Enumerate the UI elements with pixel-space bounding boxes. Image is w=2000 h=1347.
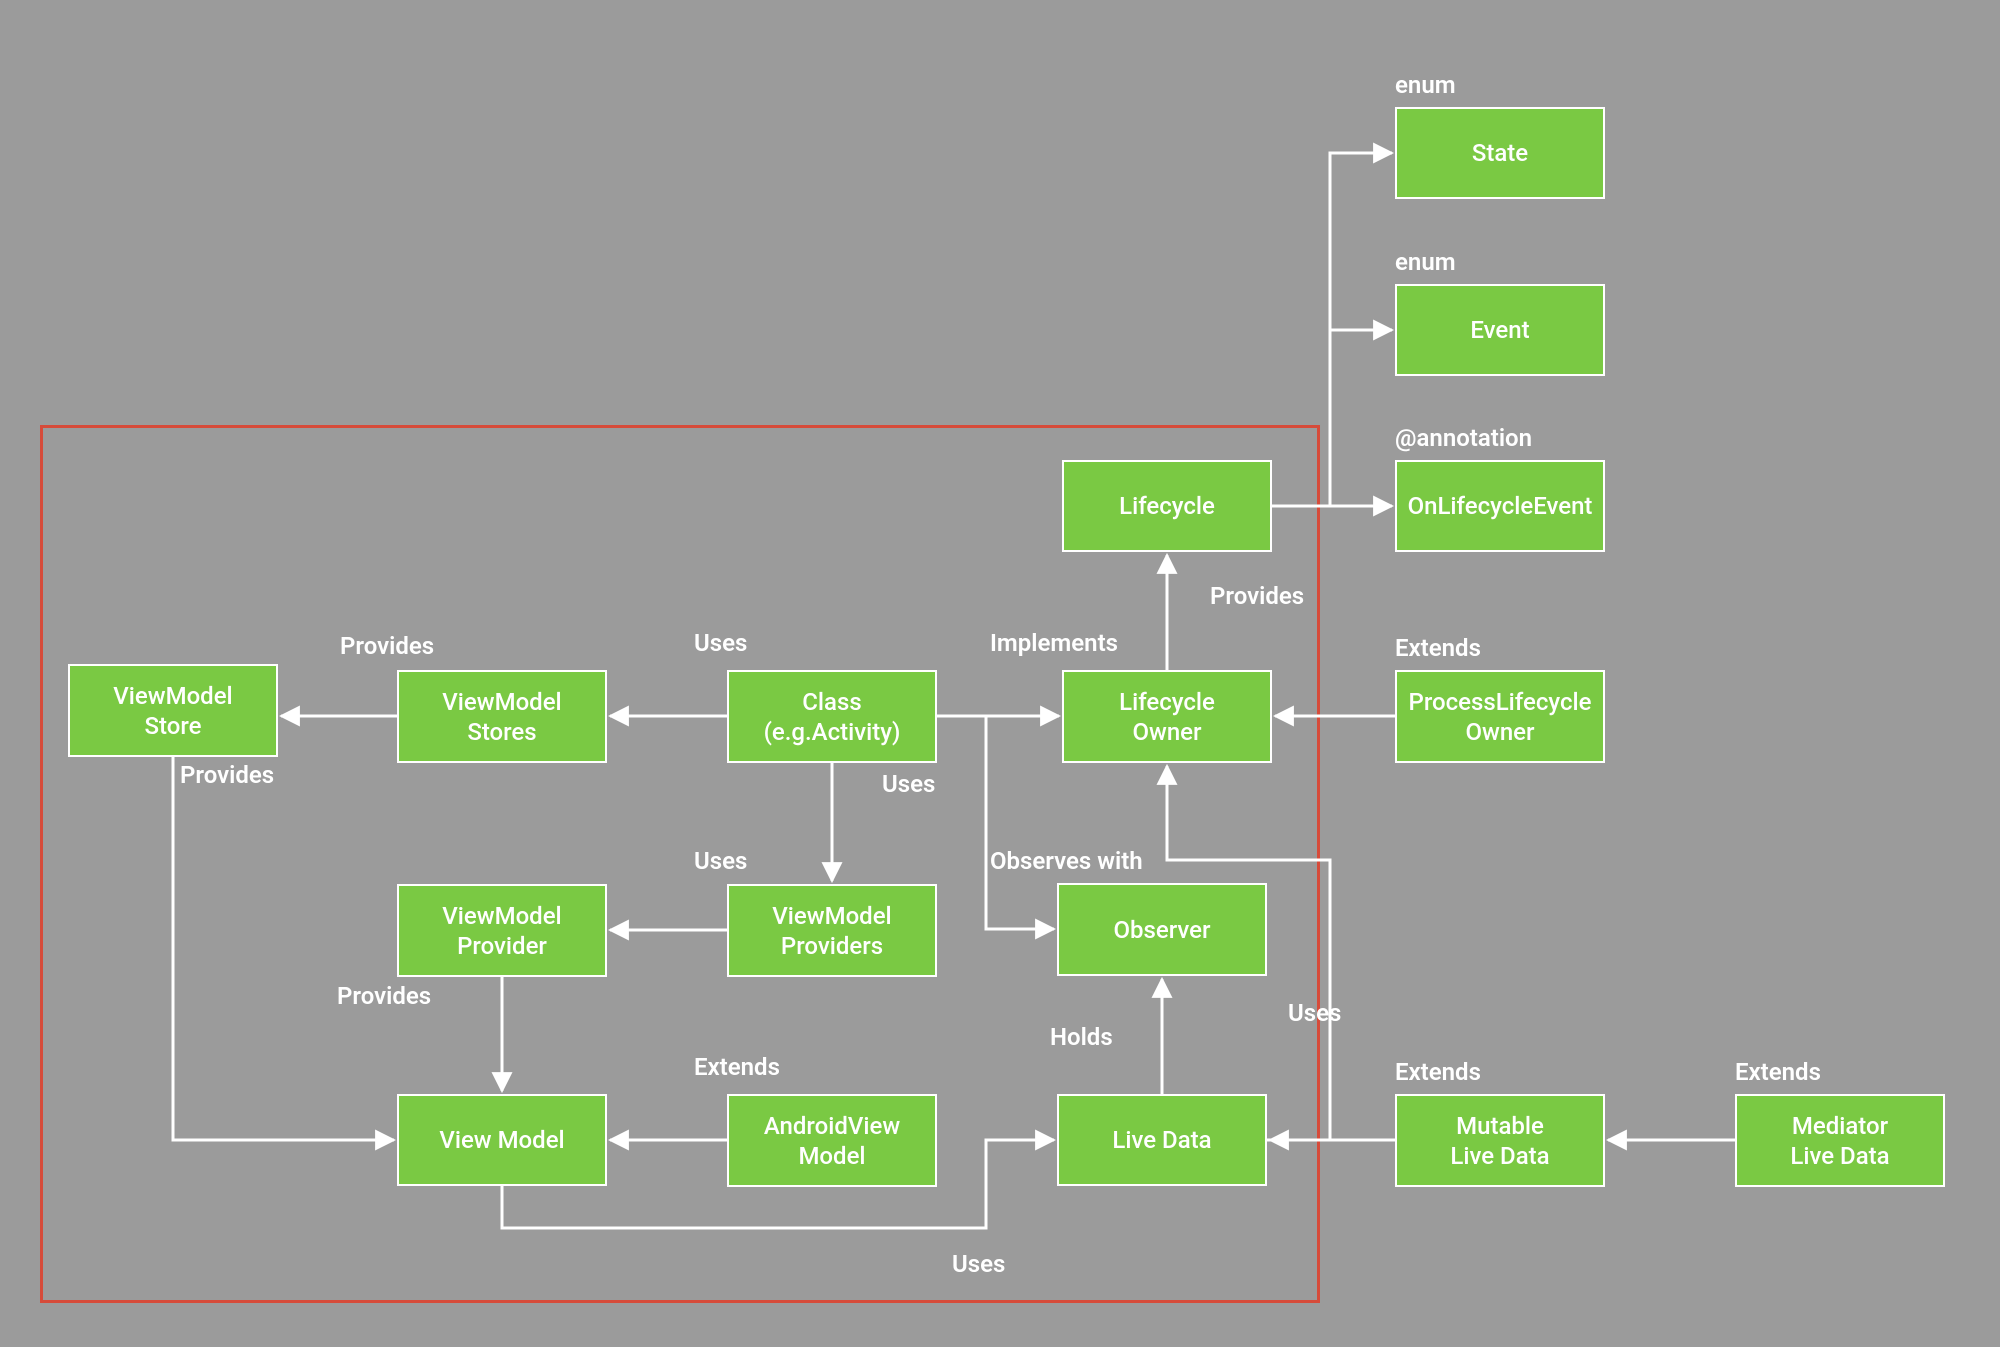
edge-label: Extends bbox=[694, 1053, 780, 1081]
edge-label: Uses bbox=[694, 847, 747, 875]
node-vmProvider: ViewModelProvider bbox=[397, 884, 607, 977]
node-observer: Observer bbox=[1057, 883, 1267, 976]
edge-label: Provides bbox=[340, 632, 434, 660]
node-androidVM: AndroidViewModel bbox=[727, 1094, 937, 1187]
node-caption: Extends bbox=[1395, 634, 1481, 662]
node-event: Event bbox=[1395, 284, 1605, 376]
node-mutableLive: MutableLive Data bbox=[1395, 1094, 1605, 1187]
edge-label: Uses bbox=[694, 629, 747, 657]
node-caption: enum bbox=[1395, 248, 1456, 276]
node-caption: Extends bbox=[1395, 1058, 1481, 1086]
node-vmStore: ViewModelStore bbox=[68, 664, 278, 757]
node-vmProviders: ViewModelProviders bbox=[727, 884, 937, 977]
edge-label: Provides bbox=[1210, 582, 1304, 610]
node-caption: enum bbox=[1395, 71, 1456, 99]
node-caption: Extends bbox=[1735, 1058, 1821, 1086]
node-liveData: Live Data bbox=[1057, 1094, 1267, 1186]
edge-label: Observes with bbox=[990, 847, 1143, 875]
node-state: State bbox=[1395, 107, 1605, 199]
node-mediatorLive: MediatorLive Data bbox=[1735, 1094, 1945, 1187]
node-vmStores: ViewModelStores bbox=[397, 670, 607, 763]
edge-label: Uses bbox=[1288, 999, 1341, 1027]
edge-label: Provides bbox=[337, 982, 431, 1010]
node-lifecycleOwner: LifecycleOwner bbox=[1062, 670, 1272, 763]
node-onLifecycle: OnLifecycleEvent bbox=[1395, 460, 1605, 552]
node-lifecycle: Lifecycle bbox=[1062, 460, 1272, 552]
node-processOwner: ProcessLifecycleOwner bbox=[1395, 670, 1605, 763]
edge-label: Uses bbox=[882, 770, 935, 798]
node-caption: @annotation bbox=[1395, 424, 1532, 452]
edge-label: Provides bbox=[180, 761, 274, 789]
edge-label: Holds bbox=[1050, 1023, 1113, 1051]
edge-label: Uses bbox=[952, 1250, 1005, 1278]
edge-label: Implements bbox=[990, 629, 1118, 657]
node-viewModel: View Model bbox=[397, 1094, 607, 1186]
node-class: Class(e.g.Activity) bbox=[727, 670, 937, 763]
